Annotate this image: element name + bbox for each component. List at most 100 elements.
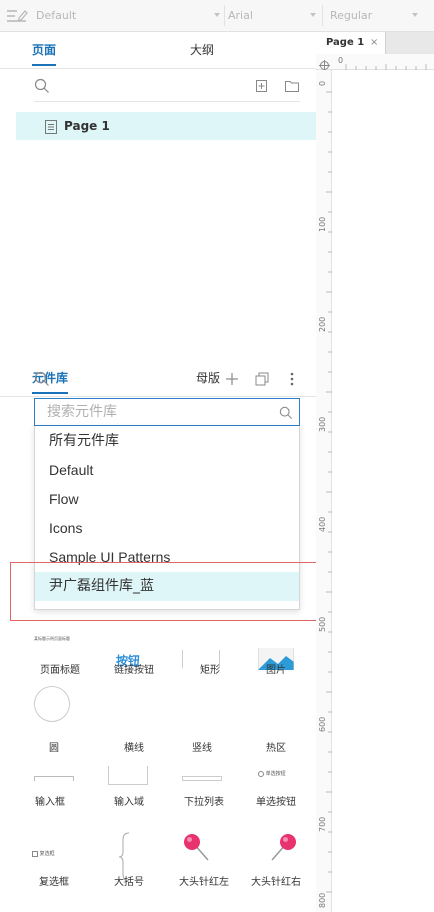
vruler-ticks xyxy=(326,91,332,893)
widget-label: 矩形 xyxy=(200,665,220,676)
widget-label: 大头针红左 xyxy=(179,877,229,888)
add-page-icon[interactable] xyxy=(254,78,270,94)
widget-label: 页面标题 xyxy=(40,665,80,676)
radio-thumbnail-label: 单选按钮 xyxy=(265,771,286,777)
library-search-box[interactable] xyxy=(34,398,300,426)
widget-label: 链接按钮 xyxy=(114,665,154,676)
horizontal-ruler: 0 xyxy=(316,54,434,71)
hruler-ticks xyxy=(345,64,427,70)
vruler-label: 600 xyxy=(318,716,327,732)
radio-circle-icon xyxy=(258,770,264,777)
library-option-flow[interactable]: Flow xyxy=(35,485,299,514)
widget-label: 横线 xyxy=(124,743,144,754)
widget-pin-red-left[interactable]: 大头针红左 xyxy=(172,832,248,902)
more-options-icon[interactable] xyxy=(284,371,300,387)
widget-vertical-line[interactable]: 竖线 xyxy=(164,684,240,754)
checkbox-thumbnail-label: 复选框 xyxy=(39,851,55,857)
widget-label: 热区 xyxy=(266,743,286,754)
chevron-down-icon xyxy=(412,13,418,17)
vruler-label: 700 xyxy=(318,816,327,832)
search-icon xyxy=(279,405,293,420)
widget-text-input[interactable]: 输入框 xyxy=(22,772,98,842)
document-tabbar: Page 1 × xyxy=(316,32,434,54)
library-option-default[interactable]: Default xyxy=(35,456,299,485)
library-option-custom[interactable]: 尹广磊组件库_蓝 xyxy=(35,572,299,601)
widget-label: 大括号 xyxy=(114,877,144,888)
search-icon[interactable] xyxy=(34,78,50,94)
doc-tab-label: Page 1 xyxy=(326,37,365,48)
page-tree-item[interactable]: Page 1 xyxy=(16,112,316,140)
vruler-label: 400 xyxy=(318,516,327,532)
page-label: Page 1 xyxy=(64,119,110,133)
widget-label: 图片 xyxy=(266,665,286,676)
pin-right-thumbnail xyxy=(266,832,298,872)
droplist-thumbnail xyxy=(182,776,222,781)
widget-circle[interactable]: 圆 xyxy=(22,684,98,754)
close-icon[interactable]: × xyxy=(370,32,378,54)
page-icon xyxy=(44,119,58,134)
widget-page-title[interactable]: 某标题示例页面标题 页面标题 xyxy=(22,622,98,692)
widget-label: 输入域 xyxy=(114,797,144,808)
copy-library-icon[interactable] xyxy=(254,371,270,387)
widget-curly-brace[interactable]: 大括号 xyxy=(96,832,172,902)
page-title-thumbnail: 某标题示例页面标题 xyxy=(34,636,70,641)
canvas-area: Page 1 × 0 0 100 200 300 400 500 600 700… xyxy=(316,32,434,912)
font-weight-select[interactable]: Regular xyxy=(330,0,418,31)
vruler-label: 500 xyxy=(318,616,327,632)
widget-label: 下拉列表 xyxy=(184,797,224,808)
divider xyxy=(34,101,300,102)
text-input-thumbnail xyxy=(34,776,74,781)
textarea-thumbnail xyxy=(108,766,148,785)
library-dropdown-menu: 所有元件库 Default Flow Icons Sample UI Patte… xyxy=(34,426,300,610)
widget-link-button[interactable]: 按钮 链接按钮 xyxy=(96,622,172,692)
checkbox-square-icon xyxy=(32,850,38,857)
font-weight-value: Regular xyxy=(330,9,373,22)
style-select[interactable]: Default xyxy=(6,0,220,31)
pin-left-thumbnail xyxy=(182,832,214,872)
tab-pages[interactable]: 页面 xyxy=(32,32,57,68)
chevron-down-icon xyxy=(214,13,220,17)
edit-style-icon xyxy=(6,8,28,24)
vruler-label: 200 xyxy=(318,316,327,332)
library-option-sample-ui[interactable]: Sample UI Patterns xyxy=(35,543,299,572)
radio-thumbnail: 单选按钮 xyxy=(258,770,286,777)
add-folder-icon[interactable] xyxy=(284,78,300,94)
font-family-value: Arial xyxy=(228,9,253,22)
search-icon[interactable] xyxy=(34,371,50,387)
widget-image[interactable]: 图片 xyxy=(238,622,314,692)
widget-label: 单选按钮 xyxy=(256,797,296,808)
widget-label: 竖线 xyxy=(192,743,212,754)
widget-label: 输入框 xyxy=(35,797,65,808)
vruler-label: 800 xyxy=(318,892,327,908)
pages-tabs: 页面 大纲 xyxy=(0,32,316,69)
widget-label: 大头针红右 xyxy=(251,877,301,888)
vruler-label: 0 xyxy=(318,80,327,86)
widget-textarea[interactable]: 输入域 xyxy=(96,766,172,836)
tab-outline[interactable]: 大纲 xyxy=(190,32,214,68)
vruler-label: 100 xyxy=(318,216,327,232)
tab-masters[interactable]: 母版 xyxy=(196,360,220,396)
add-library-icon[interactable] xyxy=(224,371,240,387)
style-value: Default xyxy=(36,9,77,22)
left-panel: 页面 大纲 Page 1 元件库 母版 某标题示例页面标题 页面标题 按钮 链接… xyxy=(0,32,316,912)
chevron-down-icon xyxy=(310,13,316,17)
toolbar-divider xyxy=(322,5,323,26)
circle-thumbnail xyxy=(34,686,70,722)
app-window: Default Arial Regular 页面 大纲 Page 1 元件库 母… xyxy=(0,0,434,912)
library-option-all[interactable]: 所有元件库 xyxy=(35,427,299,456)
vertical-ruler: 0 100 200 300 400 500 600 700 800 xyxy=(316,70,332,912)
widget-horizontal-line[interactable]: 横线 xyxy=(96,684,172,754)
library-option-icons[interactable]: Icons xyxy=(35,514,299,543)
widget-rectangle[interactable]: 矩形 xyxy=(172,622,248,692)
widget-pin-red-right[interactable]: 大头针红右 xyxy=(244,832,320,902)
font-family-select[interactable]: Arial xyxy=(228,0,316,31)
widget-hotspot[interactable]: 热区 xyxy=(238,684,314,754)
vruler-label: 300 xyxy=(318,416,327,432)
widget-label: 复选框 xyxy=(39,877,69,888)
tab-page-1[interactable]: Page 1 × xyxy=(316,32,386,54)
widget-label: 圆 xyxy=(49,743,59,754)
widget-checkbox[interactable]: 复选框 复选框 xyxy=(22,840,98,910)
style-toolbar: Default Arial Regular xyxy=(0,0,434,32)
checkbox-thumbnail: 复选框 xyxy=(32,850,55,857)
library-search-input[interactable] xyxy=(47,399,267,425)
